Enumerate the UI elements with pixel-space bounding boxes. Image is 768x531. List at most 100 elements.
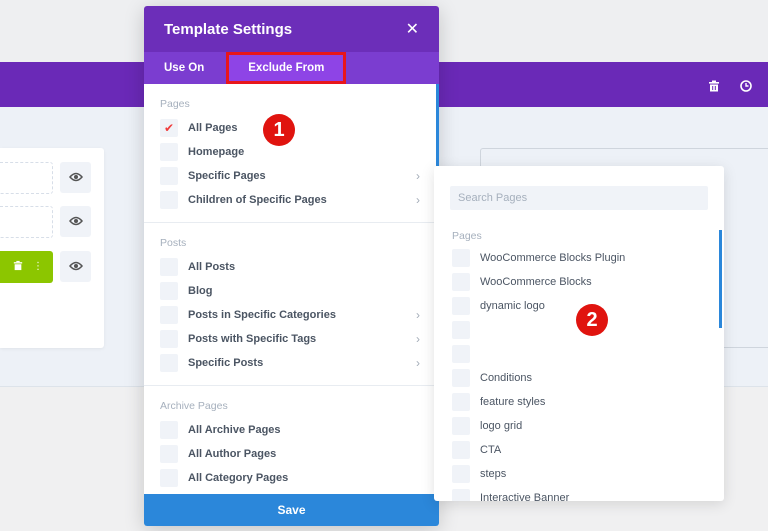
visibility-toggle-button[interactable]: [60, 206, 91, 237]
modal-title: Template Settings: [164, 20, 293, 38]
checkmark-icon: ✔: [163, 121, 175, 135]
chevron-right-icon[interactable]: ›: [416, 193, 420, 207]
page-option[interactable]: Interactive Banner: [452, 486, 702, 501]
chevron-right-icon[interactable]: ›: [416, 169, 420, 183]
search-pages-input[interactable]: [450, 186, 708, 210]
history-clock-icon[interactable]: [740, 79, 752, 92]
checkbox[interactable]: [160, 354, 178, 372]
option-blog[interactable]: Blog: [160, 279, 420, 303]
checkbox[interactable]: [452, 489, 470, 501]
checkbox[interactable]: [160, 282, 178, 300]
checkbox[interactable]: [452, 465, 470, 483]
tab-exclude-from[interactable]: Exclude From: [226, 52, 347, 84]
option-label: Homepage: [188, 146, 245, 158]
checkbox[interactable]: [452, 273, 470, 291]
builder-bar-icons: [708, 62, 752, 107]
scrollbar[interactable]: [436, 84, 439, 166]
checkbox[interactable]: [452, 369, 470, 387]
option-homepage[interactable]: Homepage: [160, 140, 420, 164]
page-option[interactable]: steps: [452, 462, 702, 486]
checkbox[interactable]: [452, 441, 470, 459]
chevron-right-icon[interactable]: ›: [416, 356, 420, 370]
option-all-author-pages[interactable]: All Author Pages: [160, 442, 420, 466]
page-option-label: CTA: [480, 444, 502, 456]
checkbox[interactable]: ✔: [160, 119, 178, 137]
option-label: Posts in Specific Categories: [188, 309, 336, 321]
section-title: Posts: [160, 237, 187, 249]
section-posts: Posts All Posts Blog Posts in Specific Cate…: [144, 223, 436, 386]
option-label: Specific Posts: [188, 357, 264, 369]
option-label: All Posts: [188, 261, 236, 273]
trash-icon[interactable]: [708, 79, 720, 91]
page-option[interactable]: [452, 342, 702, 366]
option-all-archive-pages[interactable]: All Archive Pages: [160, 418, 420, 442]
page-option[interactable]: CTA: [452, 438, 702, 462]
annotation-badge-1: 1: [263, 114, 295, 146]
eye-icon: [68, 258, 83, 276]
save-button[interactable]: Save: [144, 494, 439, 526]
checkbox[interactable]: [452, 249, 470, 267]
chevron-right-icon[interactable]: ›: [416, 332, 420, 346]
option-label: Posts with Specific Tags: [188, 333, 317, 345]
visibility-toggle-button[interactable]: [60, 162, 91, 193]
empty-module-slot[interactable]: [0, 162, 53, 194]
page-option[interactable]: logo grid: [452, 414, 702, 438]
page-option-label: steps: [480, 468, 507, 480]
option-specific-posts[interactable]: Specific Posts ›: [160, 351, 420, 375]
modal-header: Template Settings ✕: [144, 6, 439, 52]
checkbox[interactable]: [160, 258, 178, 276]
option-label: All Archive Pages: [188, 424, 281, 436]
page-option[interactable]: WooCommerce Blocks Plugin: [452, 246, 702, 270]
checkbox[interactable]: [160, 421, 178, 439]
chevron-right-icon[interactable]: ›: [416, 308, 420, 322]
option-specific-pages[interactable]: Specific Pages ›: [160, 164, 420, 188]
section-pages: Pages ✔ All Pages Homepage Specific Pages › Ch…: [144, 84, 436, 223]
checkbox[interactable]: [160, 330, 178, 348]
more-options-icon[interactable]: ⋮: [33, 262, 43, 272]
tab-use-on[interactable]: Use On: [144, 52, 224, 84]
option-label: Specific Pages: [188, 170, 266, 182]
page-option-label: dynamic logo: [480, 300, 545, 312]
checkbox[interactable]: [452, 393, 470, 411]
scrollbar[interactable]: [719, 230, 722, 328]
active-module-row[interactable]: ⋮: [0, 251, 53, 283]
modal-body[interactable]: Pages ✔ All Pages Homepage Specific Pages › Ch…: [144, 84, 436, 494]
page-option[interactable]: feature styles: [452, 390, 702, 414]
option-all-posts[interactable]: All Posts: [160, 255, 420, 279]
specific-pages-flyout: Pages WooCommerce Blocks Plugin WooCommer…: [434, 166, 724, 501]
option-label: All Pages: [188, 122, 238, 134]
annotation-badge-2: 2: [576, 304, 608, 336]
option-children-of-specific-pages[interactable]: Children of Specific Pages ›: [160, 188, 420, 212]
empty-module-slot[interactable]: [0, 206, 53, 238]
checkbox[interactable]: [452, 297, 470, 315]
template-settings-modal: Template Settings ✕ Use On Exclude From …: [144, 6, 439, 526]
visibility-toggle-button[interactable]: [60, 251, 91, 282]
section-title: Pages: [160, 98, 190, 110]
eye-icon: [68, 169, 83, 187]
option-posts-with-specific-tags[interactable]: Posts with Specific Tags ›: [160, 327, 420, 351]
checkbox[interactable]: [160, 469, 178, 487]
page-option[interactable]: WooCommerce Blocks: [452, 270, 702, 294]
option-all-category-pages[interactable]: All Category Pages: [160, 466, 420, 490]
trash-icon[interactable]: [13, 258, 23, 276]
close-icon[interactable]: ✕: [406, 19, 419, 39]
section-title: Archive Pages: [160, 400, 228, 412]
pages-list: Pages WooCommerce Blocks Plugin WooCommer…: [452, 230, 702, 501]
checkbox[interactable]: [160, 306, 178, 324]
checkbox[interactable]: [452, 345, 470, 363]
checkbox[interactable]: [452, 417, 470, 435]
checkbox[interactable]: [160, 445, 178, 463]
page-option-label: Conditions: [480, 372, 532, 384]
page-option-label: logo grid: [480, 420, 523, 432]
option-posts-in-specific-categories[interactable]: Posts in Specific Categories ›: [160, 303, 420, 327]
modal-tabs: Use On Exclude From: [144, 52, 439, 84]
checkbox[interactable]: [160, 167, 178, 185]
page-option-label: WooCommerce Blocks: [480, 276, 592, 288]
checkbox[interactable]: [452, 321, 470, 339]
page-option[interactable]: Conditions: [452, 366, 702, 390]
option-label: All Author Pages: [188, 448, 277, 460]
section-archive-pages: Archive Pages All Archive Pages All Author…: [144, 386, 436, 494]
checkbox[interactable]: [160, 143, 178, 161]
eye-icon: [68, 213, 83, 231]
checkbox[interactable]: [160, 191, 178, 209]
